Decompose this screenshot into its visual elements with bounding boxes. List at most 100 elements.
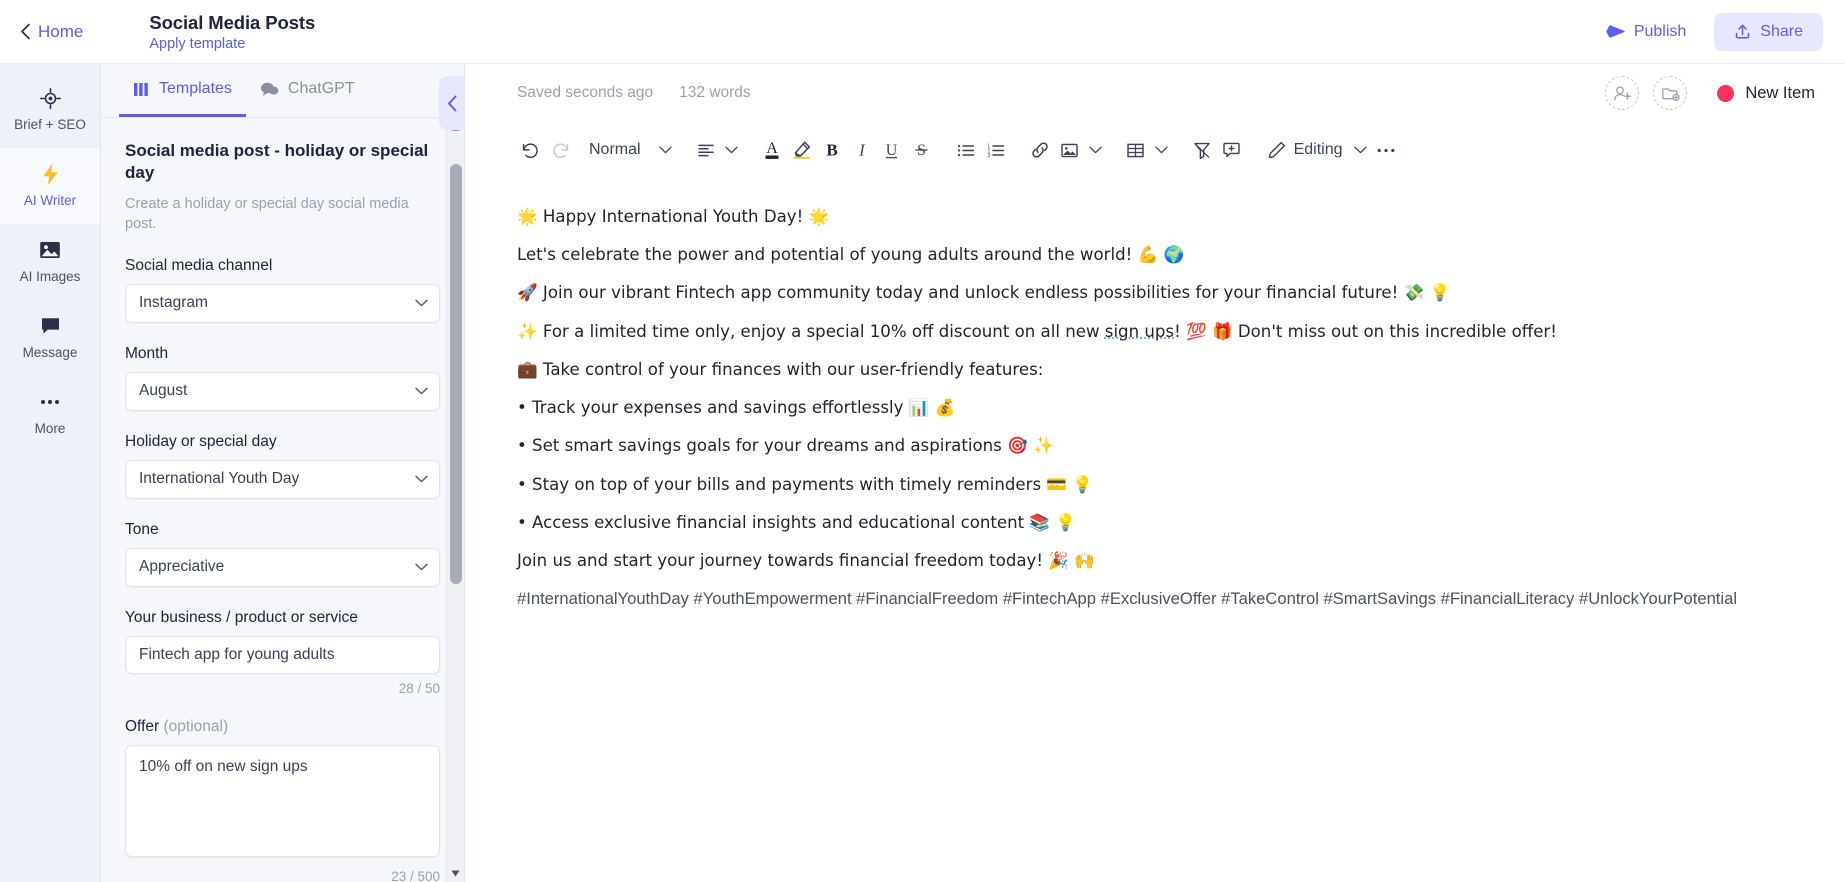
document-line: Let's celebrate the power and potential … (517, 245, 1185, 265)
numbered-list-icon[interactable]: 123 (981, 133, 1011, 167)
add-comment-icon[interactable] (1217, 133, 1247, 167)
chevron-left-icon (20, 23, 31, 40)
select-social-media-channel-value: Instagram (139, 294, 208, 312)
italic-button[interactable]: I (847, 133, 877, 167)
document-line: • Stay on top of your bills and payments… (517, 474, 1093, 494)
table-chevron-down-icon[interactable] (1151, 133, 1173, 167)
select-tone[interactable]: Appreciative (125, 547, 440, 587)
chat-bubbles-icon (260, 81, 279, 98)
rail-label-ai-writer: AI Writer (23, 193, 77, 208)
text-style-selector[interactable]: Normal (575, 133, 655, 167)
publish-label: Publish (1633, 22, 1687, 40)
rail-label-ai-images: AI Images (19, 269, 81, 284)
scrollbar-track[interactable] (447, 136, 464, 864)
more-options-icon[interactable] (1371, 133, 1401, 167)
label-month: Month (125, 344, 169, 362)
label-offer: Offer (optional) (125, 718, 440, 736)
saved-status: Saved seconds ago (517, 84, 654, 101)
svg-text:U: U (886, 142, 898, 159)
offer-textarea[interactable] (125, 744, 440, 857)
publish-button[interactable]: Publish (1592, 15, 1700, 49)
align-chevron-down-icon[interactable] (721, 133, 743, 167)
panel-tab-bar: Templates ChatGPT (101, 64, 464, 118)
undo-icon[interactable] (515, 133, 545, 167)
underline-button[interactable]: U (877, 133, 907, 167)
rail-label-brief-seo: Brief + SEO (14, 117, 86, 132)
lightning-bolt-icon (42, 162, 59, 186)
label-offer-text: Offer (125, 717, 160, 735)
rail-item-ai-writer[interactable]: AI Writer (0, 148, 100, 224)
label-business: Your business / product or service (125, 608, 358, 626)
select-holiday-value: International Youth Day (139, 470, 300, 488)
align-left-icon[interactable] (691, 133, 721, 167)
bold-button[interactable]: B (817, 133, 847, 167)
share-button[interactable]: Share (1714, 12, 1823, 51)
home-label: Home (38, 21, 84, 41)
document-editor: Saved seconds ago 132 words New Item Nor… (465, 64, 1845, 882)
share-upload-icon (1734, 23, 1751, 40)
target-icon (39, 86, 61, 110)
home-back-link[interactable]: Home (20, 22, 105, 42)
rail-label-message: Message (22, 345, 78, 360)
scrollbar-thumb[interactable] (450, 164, 462, 584)
chevron-down-icon (415, 387, 428, 395)
text-style-chevron-down-icon[interactable] (655, 133, 677, 167)
insert-image-icon[interactable] (1055, 133, 1085, 167)
editing-chevron-down-icon[interactable] (1349, 133, 1371, 167)
collapse-panel-button[interactable] (439, 76, 465, 130)
text-color-icon[interactable]: A (757, 133, 787, 167)
editing-mode-label: Editing (1293, 141, 1343, 158)
business-input[interactable] (125, 635, 440, 674)
template-name: Social media post - holiday or special d… (125, 141, 429, 182)
rail-item-ai-images[interactable]: AI Images (0, 224, 100, 300)
select-holiday[interactable]: International Youth Day (125, 459, 440, 499)
offer-char-counter: 23 / 500 (391, 868, 440, 882)
tab-templates[interactable]: Templates (119, 64, 246, 117)
new-item-status[interactable]: New Item (1717, 84, 1815, 103)
field-month: Month August (125, 345, 440, 411)
select-month[interactable]: August (125, 371, 440, 411)
document-line-with-spellcheck: ✨ For a limited time only, enjoy a speci… (517, 321, 1557, 341)
chevron-down-icon (415, 299, 428, 307)
document-line: Join us and start your journey towards f… (517, 550, 1095, 570)
image-icon (39, 238, 61, 262)
panel-scrollbar[interactable] (446, 118, 464, 882)
svg-text:I: I (858, 141, 866, 160)
document-content[interactable]: 🌟 Happy International Youth Day! 🌟 Let's… (465, 178, 1845, 882)
editing-mode-button[interactable]: Editing (1261, 141, 1350, 159)
rail-item-brief-seo[interactable]: Brief + SEO (0, 72, 100, 148)
template-description: Create a holiday or special day social m… (125, 195, 409, 233)
link-icon[interactable] (1025, 133, 1055, 167)
tab-templates-label: Templates (159, 80, 232, 97)
field-tone: Tone Appreciative (125, 521, 440, 587)
insert-table-icon[interactable] (1121, 133, 1151, 167)
apply-template-link[interactable]: Apply template (149, 36, 315, 52)
top-header: Home Social Media Posts Apply template P… (0, 0, 1845, 64)
spellcheck-word: sign ups (1104, 321, 1175, 341)
rail-label-more: More (34, 421, 66, 436)
highlighter-icon[interactable] (787, 133, 817, 167)
rail-item-message[interactable]: Message (0, 300, 100, 376)
editor-toolbar: Normal A B I U 1 2 3 Editing (465, 122, 1845, 178)
bullet-list-icon[interactable] (951, 133, 981, 167)
select-social-media-channel[interactable]: Instagram (125, 283, 440, 323)
invite-collaborator-button[interactable] (1605, 76, 1640, 110)
tab-chatgpt-label: ChatGPT (287, 80, 355, 97)
scrollbar-down-arrow[interactable] (447, 864, 464, 882)
field-social-media-channel: Social media channel Instagram (125, 257, 440, 323)
share-label: Share (1760, 22, 1803, 40)
strikethrough-button[interactable]: S (907, 133, 937, 167)
tab-chatgpt[interactable]: ChatGPT (246, 64, 369, 117)
svg-text:A: A (766, 140, 778, 157)
field-offer: Offer (optional) 23 / 500 (125, 718, 440, 882)
business-char-counter: 28 / 50 (398, 680, 440, 696)
redo-icon[interactable] (545, 133, 575, 167)
ellipsis-icon (39, 390, 61, 414)
templates-grid-icon (133, 81, 150, 98)
document-hashtags-line: #InternationalYouthDay #YouthEmpowerment… (517, 589, 1738, 609)
label-holiday: Holiday or special day (125, 432, 277, 450)
rail-item-more[interactable]: More (0, 376, 100, 452)
clear-formatting-icon[interactable] (1187, 133, 1217, 167)
add-to-folder-button[interactable] (1653, 76, 1688, 110)
image-chevron-down-icon[interactable] (1085, 133, 1107, 167)
